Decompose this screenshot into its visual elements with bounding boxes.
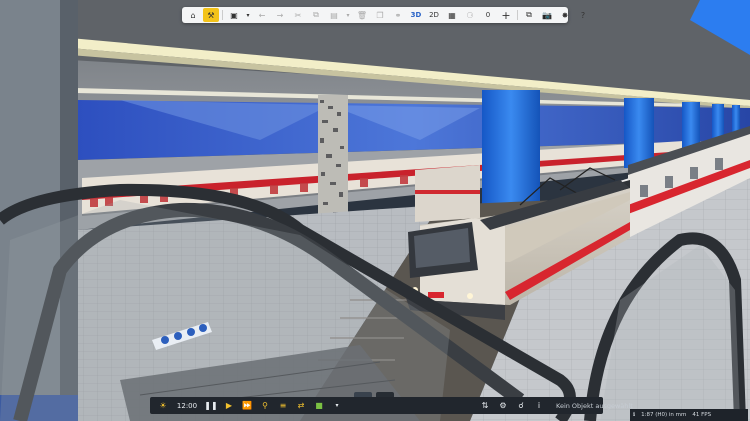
info-small-icon: ℹ [633, 412, 636, 418]
layers-stack-icon[interactable]: ≡ [276, 398, 290, 413]
sun-icon[interactable]: ☀ [156, 398, 170, 413]
redo-icon[interactable]: → [272, 8, 288, 22]
fast-forward-icon[interactable]: ⏩ [240, 398, 254, 413]
sliders-icon[interactable]: ⇅ [478, 398, 492, 413]
save-menu-chevron-down-icon[interactable]: ▾ [244, 8, 252, 22]
time-display[interactable]: 12:00 [174, 398, 200, 413]
delete-icon[interactable]: 🗑 [354, 8, 370, 22]
shuffle-icon[interactable]: ⇄ [294, 398, 308, 413]
undo-icon[interactable]: ← [254, 8, 270, 22]
grid-icon[interactable]: ▦ [444, 8, 460, 22]
simulation-bar: ☀ 12:00 ❚❚ ▶ ⏩ ⚲ ≡ ⇄ ■ ▾ ⇅ ⚙ ☌ i Kein Ob… [150, 397, 633, 414]
settings-gear-icon[interactable]: ⚙ [496, 398, 510, 413]
toolbar-divider [222, 10, 223, 20]
view-3d-button[interactable]: 3D [408, 8, 424, 22]
terrain-color-icon[interactable]: ■ [312, 398, 326, 413]
link-icon[interactable]: ⚭ [390, 8, 406, 22]
cut-icon[interactable]: ✂ [290, 8, 306, 22]
pause-icon[interactable]: ❚❚ [204, 398, 218, 413]
paste-menu-chevron-down-icon[interactable]: ▾ [344, 8, 352, 22]
main-toolbar: ⌂ ⚒ ▣ ▾ ← → ✂ ⧉ ▤ ▾ 🗑 ❐ ⚭ 3D 2D ▦ ⚆ 0 + … [182, 7, 585, 23]
copy-icon[interactable]: ⧉ [308, 8, 324, 22]
camera-icon[interactable]: 📷 [539, 8, 555, 22]
view-2d-button[interactable]: 2D [426, 8, 442, 22]
marker-icon[interactable]: ⚆ [462, 8, 478, 22]
home-icon[interactable]: ⌂ [185, 8, 201, 22]
scale-readout: 1:87 (H0) in mm [641, 412, 687, 418]
save-icon[interactable]: ▣ [226, 8, 242, 22]
chevron-down-icon[interactable]: ▾ [330, 398, 344, 413]
plus-icon[interactable]: + [498, 8, 514, 22]
play-icon[interactable]: ▶ [222, 398, 236, 413]
duplicate-icon[interactable]: ❐ [372, 8, 388, 22]
route-icon[interactable]: ☌ [514, 398, 528, 413]
status-info: ℹ 1:87 (H0) in mm 41 FPS [630, 409, 748, 421]
fps-readout: 41 FPS [692, 412, 712, 418]
toolbar-divider [517, 10, 518, 20]
3d-viewport[interactable] [0, 0, 750, 421]
plugin-icon[interactable]: ✸ [557, 8, 573, 22]
tools-icon[interactable]: ⚒ [203, 8, 219, 22]
help-icon[interactable]: ? [575, 8, 591, 22]
paste-icon[interactable]: ▤ [326, 8, 342, 22]
search-icon[interactable]: ⚲ [258, 398, 272, 413]
layers-icon[interactable]: ⧉ [521, 8, 537, 22]
object-counter: 0 [485, 11, 491, 19]
selection-status: Kein Objekt ausgewählt [556, 401, 633, 410]
info-icon[interactable]: i [532, 398, 546, 413]
